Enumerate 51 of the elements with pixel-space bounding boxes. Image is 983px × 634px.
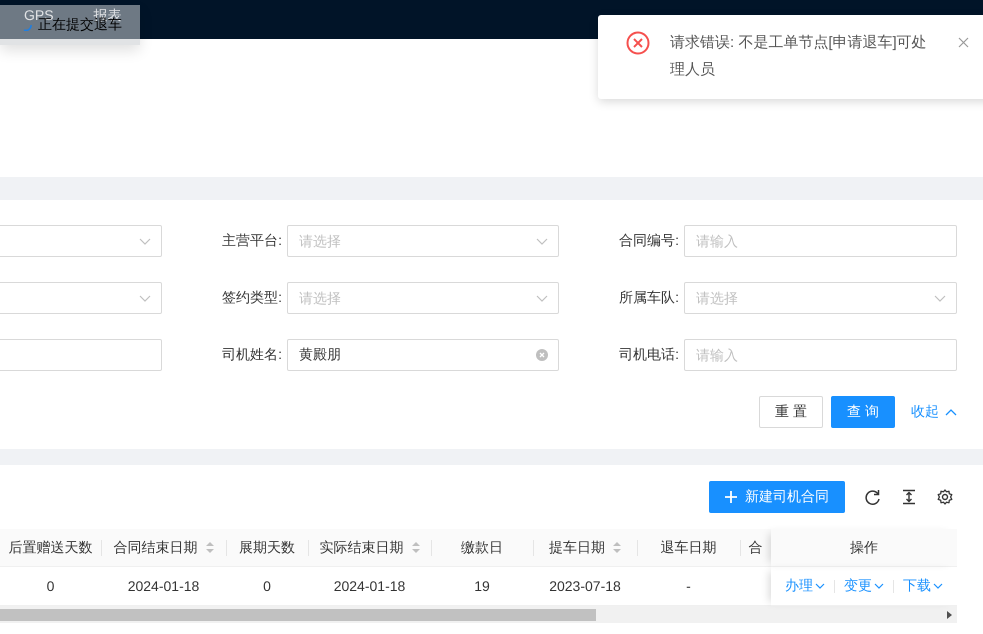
sort-icon[interactable] — [412, 542, 420, 553]
table-cell: - — [686, 578, 691, 594]
field-label: 司机姓名: — [222, 346, 282, 364]
select-field[interactable]: 请选择 — [287, 225, 559, 257]
table-cell: 2024-01-18 — [334, 578, 406, 594]
input-field[interactable]: 请输入 — [684, 339, 957, 371]
chevron-down-icon — [933, 581, 943, 591]
chevron-down-icon — [874, 581, 884, 591]
field-label: 主营平台: — [222, 232, 282, 250]
column-header: 退车日期 — [660, 538, 716, 556]
field-label: 司机电话: — [619, 346, 679, 364]
column-header: 合 — [748, 538, 762, 556]
clear-icon[interactable] — [536, 349, 548, 361]
sort-icon[interactable] — [206, 542, 214, 553]
column-header: 操作 — [850, 538, 878, 556]
settings-icon[interactable] — [937, 489, 953, 505]
horizontal-scrollbar[interactable] — [0, 606, 957, 623]
collapse-link[interactable]: 收起 — [911, 403, 957, 421]
table-cell: 19 — [474, 578, 490, 594]
plus-icon — [725, 491, 737, 503]
close-icon[interactable] — [958, 37, 969, 48]
select-field[interactable]: 请选择 — [287, 282, 559, 314]
error-icon — [626, 31, 650, 55]
input-field[interactable]: 黄殿朋 — [287, 339, 559, 371]
reset-button[interactable]: 重 置 — [759, 396, 823, 428]
input-field[interactable]: 请输入 — [684, 225, 957, 257]
scroll-right-arrow-icon[interactable] — [947, 610, 952, 618]
action-dropdown-link[interactable]: 办理 — [785, 577, 825, 595]
select-field[interactable]: 请选择 — [684, 282, 957, 314]
table-cell: 2023-07-18 — [549, 578, 621, 594]
column-header: 合同结束日期 — [114, 538, 198, 556]
table-cell: 2024-01-18 — [128, 578, 200, 594]
error-message: 请求错误: 不是工单节点[申请退车]可处理人员 — [670, 33, 928, 80]
column-header: 实际结束日期 — [320, 538, 404, 556]
sort-icon[interactable] — [613, 542, 621, 553]
field-label: 签约类型: — [222, 289, 282, 307]
column-header: 后置赠送天数 — [8, 538, 92, 556]
table-cell: 0 — [263, 578, 271, 594]
field-label: 所属车队: — [619, 289, 679, 307]
action-dropdown-link[interactable]: 变更 — [844, 577, 884, 595]
table-cell: 0 — [46, 578, 54, 594]
action-dropdown-link[interactable]: 下载 — [903, 577, 943, 595]
column-height-icon[interactable] — [901, 489, 917, 505]
query-button[interactable]: 查 询 — [831, 396, 895, 428]
new-contract-button[interactable]: 新建司机合同 — [709, 481, 845, 513]
column-header: 展期天数 — [239, 538, 295, 556]
reload-icon[interactable] — [865, 489, 881, 505]
field-label: 合同编号: — [619, 232, 679, 250]
column-header: 缴款日 — [461, 538, 503, 556]
chevron-down-icon — [815, 581, 825, 591]
column-header: 提车日期 — [549, 538, 605, 556]
